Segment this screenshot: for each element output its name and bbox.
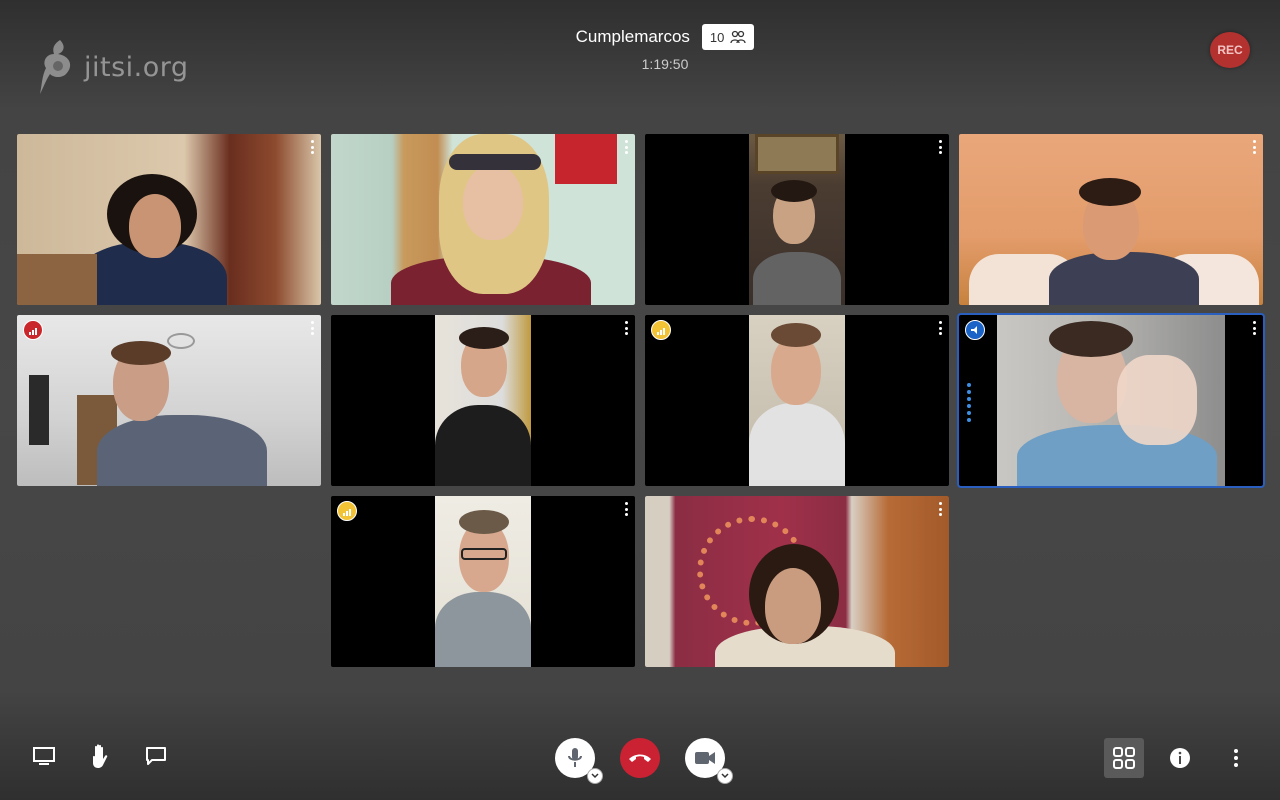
participant-video <box>435 496 531 667</box>
participant-tile-5[interactable] <box>17 315 321 486</box>
video-camera-icon <box>695 752 715 764</box>
info-button[interactable] <box>1160 738 1200 778</box>
tile-menu-icon[interactable] <box>937 321 943 335</box>
recording-indicator: REC <box>1210 32 1250 68</box>
connection-indicator-icon[interactable] <box>651 320 671 340</box>
chevron-down-icon <box>591 773 599 779</box>
participant-count-badge[interactable]: 10 <box>701 24 755 50</box>
connection-indicator-icon[interactable] <box>337 501 357 521</box>
raise-hand-button[interactable] <box>80 736 120 776</box>
chevron-down-icon <box>721 773 729 779</box>
participant-tile-2[interactable] <box>331 134 635 305</box>
participant-video <box>435 315 531 486</box>
tile-view-button[interactable] <box>1104 738 1144 778</box>
participant-tile-7[interactable] <box>645 315 949 486</box>
tile-menu-icon[interactable] <box>1251 140 1257 154</box>
hand-icon <box>93 744 108 768</box>
participant-tile-9[interactable] <box>331 496 635 667</box>
tile-menu-icon[interactable] <box>623 140 629 154</box>
tile-menu-icon[interactable] <box>937 140 943 154</box>
more-options-button[interactable] <box>1216 738 1256 778</box>
tile-menu-icon[interactable] <box>309 321 315 335</box>
microphone-button[interactable] <box>555 738 603 784</box>
participant-tile-3[interactable] <box>645 134 949 305</box>
vertical-dots-icon <box>1234 749 1238 767</box>
info-icon <box>1170 748 1190 768</box>
chat-button[interactable] <box>136 736 176 776</box>
conference-timer: 1:19:50 <box>641 56 689 72</box>
microphone-icon <box>568 748 582 767</box>
hangup-button[interactable] <box>620 738 660 778</box>
participant-video <box>645 496 949 667</box>
participant-tile-10[interactable] <box>645 496 949 667</box>
participant-video <box>749 134 845 305</box>
conference-stage: jitsi.org Cumplemarcos 10 1:19:50 REC <box>0 0 1280 800</box>
desktop-icon <box>33 747 55 765</box>
chat-bubble-icon <box>146 747 166 765</box>
grid-icon <box>1113 747 1135 769</box>
tile-menu-icon[interactable] <box>937 502 943 516</box>
participant-tile-6[interactable] <box>331 315 635 486</box>
participant-video <box>959 134 1263 305</box>
conference-header: Cumplemarcos 10 1:19:50 <box>0 24 1280 72</box>
participant-video <box>331 134 635 305</box>
tile-menu-icon[interactable] <box>623 321 629 335</box>
dominant-speaker-icon[interactable] <box>965 320 985 340</box>
camera-button[interactable] <box>685 738 733 784</box>
camera-options-button[interactable] <box>717 768 733 784</box>
audio-level-icon <box>967 383 971 422</box>
participant-video <box>17 134 321 305</box>
participant-video <box>17 315 321 486</box>
participant-tile-1[interactable] <box>17 134 321 305</box>
tile-menu-icon[interactable] <box>623 502 629 516</box>
screen-share-button[interactable] <box>24 736 64 776</box>
toolbar <box>0 710 1280 800</box>
tile-menu-icon[interactable] <box>1251 321 1257 335</box>
participant-tile-4[interactable] <box>959 134 1263 305</box>
connection-indicator-icon[interactable] <box>23 320 43 340</box>
participant-video <box>749 315 845 486</box>
participant-tile-8[interactable] <box>957 313 1265 488</box>
participant-video <box>997 315 1225 486</box>
microphone-options-button[interactable] <box>587 768 603 784</box>
participants-icon <box>730 30 747 44</box>
room-name: Cumplemarcos <box>575 27 690 46</box>
tile-menu-icon[interactable] <box>309 140 315 154</box>
participant-count: 10 <box>709 29 725 45</box>
phone-hangup-icon <box>629 754 651 762</box>
